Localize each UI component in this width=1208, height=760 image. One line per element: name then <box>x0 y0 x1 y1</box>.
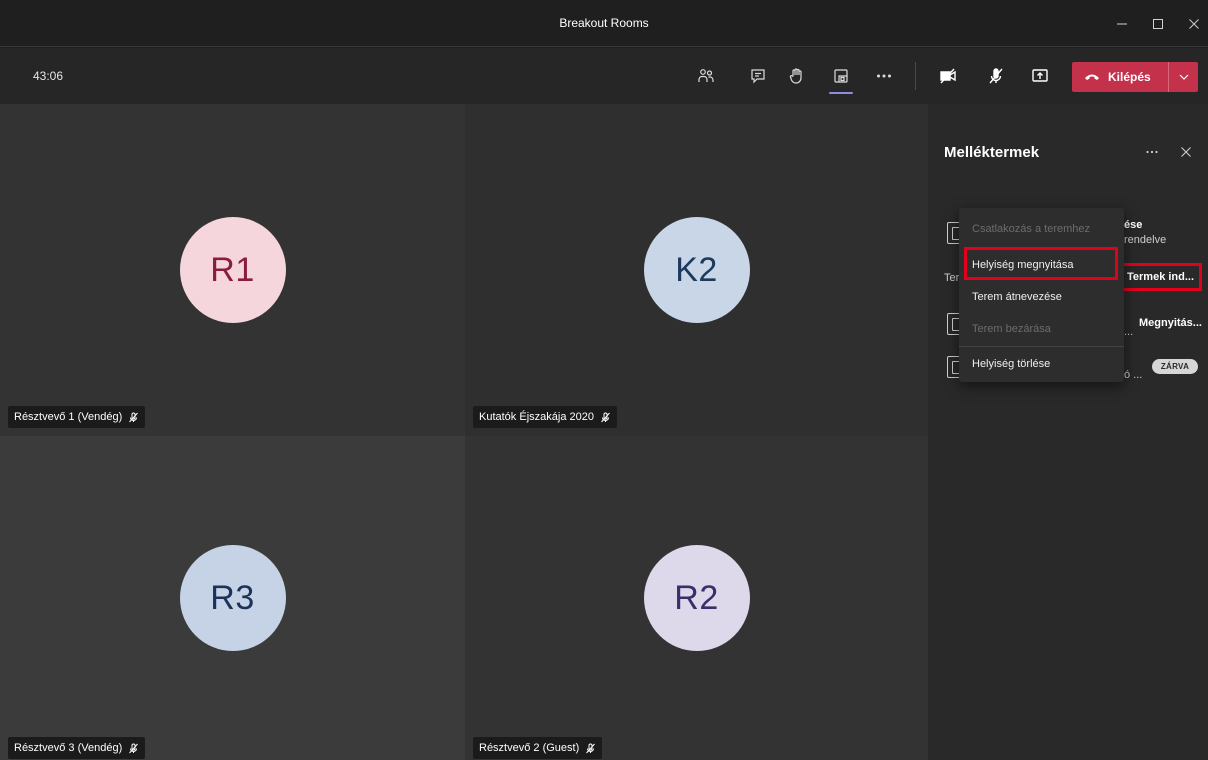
menu-item-close-room[interactable]: Terem bezárása <box>959 312 1124 346</box>
participant-name-tag: Résztvevő 2 (Guest) <box>473 737 603 759</box>
mic-off-icon <box>129 412 139 422</box>
more-actions-button[interactable] <box>868 60 900 92</box>
leave-label: Kilépés <box>1108 70 1151 84</box>
panel-more-button[interactable] <box>1140 140 1164 164</box>
camera-off-icon <box>940 68 956 84</box>
participant-name: Résztvevő 2 (Guest) <box>479 742 580 754</box>
menu-item-rename-room[interactable]: Terem átnevezése <box>959 280 1124 314</box>
hang-up-icon <box>1085 74 1099 80</box>
room-header-text: ése <box>1124 219 1143 231</box>
raise-hand-icon <box>789 68 802 84</box>
room-name-partial: ... <box>1124 326 1134 338</box>
video-tile[interactable]: R2 Résztvevő 2 (Guest) <box>465 436 928 760</box>
avatar: R1 <box>179 217 286 323</box>
menu-item-join-room[interactable]: Csatlakozás a teremhez <box>959 212 1124 246</box>
participants-button[interactable] <box>690 60 722 92</box>
room-name-partial: ó ... <box>1124 369 1143 381</box>
mic-toggle-button[interactable] <box>980 60 1012 92</box>
video-tile[interactable]: K2 Kutatók Éjszakája 2020 <box>465 104 928 436</box>
panel-close-button[interactable] <box>1174 140 1198 164</box>
video-tile[interactable]: R1 Résztvevő 1 (Vendég) <box>0 104 465 436</box>
room-header-subtext: rendelve <box>1124 234 1167 246</box>
chat-button[interactable] <box>742 60 774 92</box>
share-icon <box>1032 69 1048 82</box>
room-context-menu: Csatlakozás a teremhez Helyiség megnyitá… <box>959 208 1124 382</box>
participant-name-tag: Résztvevő 1 (Vendég) <box>8 406 146 428</box>
minimize-icon <box>1117 23 1127 24</box>
breakout-rooms-button[interactable] <box>825 60 857 94</box>
chat-icon <box>751 69 765 84</box>
title-bar: Breakout Rooms <box>0 0 1208 47</box>
start-rooms-highlight <box>1120 263 1202 291</box>
mic-off-icon <box>129 743 139 753</box>
participant-name: Kutatók Éjszakája 2020 <box>479 411 594 423</box>
mic-off-icon <box>989 68 1003 84</box>
toolbar-divider <box>915 62 916 90</box>
menu-item-delete-room[interactable]: Helyiség törlése <box>959 347 1124 381</box>
participant-name-tag: Résztvevő 3 (Vendég) <box>8 737 146 759</box>
share-screen-button[interactable] <box>1024 60 1056 92</box>
avatar: R3 <box>179 545 286 651</box>
breakout-rooms-panel: Melléktermek <box>928 104 1208 760</box>
closed-status-badge: ZÁRVA <box>1152 359 1198 374</box>
maximize-icon <box>1153 18 1163 29</box>
window-title: Breakout Rooms <box>559 16 649 30</box>
camera-toggle-button[interactable] <box>932 60 964 92</box>
raise-hand-button[interactable] <box>781 60 813 92</box>
close-icon <box>1181 147 1191 157</box>
chevron-down-icon <box>1179 74 1188 80</box>
participant-name-tag: Kutatók Éjszakája 2020 <box>473 406 617 428</box>
open-room-link[interactable]: Megnyitás... <box>1139 317 1202 329</box>
meeting-toolbar: 43:06 Kilépés <box>0 48 1208 104</box>
breakout-rooms-icon <box>834 69 848 83</box>
video-tile[interactable]: R3 Résztvevő 3 (Vendég) <box>0 436 465 760</box>
more-icon <box>877 74 891 78</box>
leave-options-button[interactable] <box>1169 62 1198 92</box>
participant-name: Résztvevő 1 (Vendég) <box>14 411 123 423</box>
leave-button[interactable]: Kilépés <box>1072 62 1168 92</box>
leave-button-group: Kilépés <box>1072 62 1198 92</box>
maximize-button[interactable] <box>1140 0 1176 47</box>
meeting-timer: 43:06 <box>33 69 64 83</box>
avatar: R2 <box>643 545 750 651</box>
rooms-label: Ter <box>944 272 960 284</box>
mic-off-icon <box>586 743 596 753</box>
panel-title: Melléktermek <box>944 144 1040 161</box>
more-icon <box>1146 150 1158 154</box>
close-window-button[interactable] <box>1176 0 1208 47</box>
avatar: K2 <box>643 217 750 323</box>
participant-name: Résztvevő 3 (Vendég) <box>14 742 123 754</box>
open-room-highlight <box>964 247 1118 280</box>
minimize-button[interactable] <box>1104 0 1140 47</box>
people-icon <box>698 69 714 82</box>
close-icon <box>1189 18 1199 29</box>
mic-off-icon <box>601 412 610 422</box>
